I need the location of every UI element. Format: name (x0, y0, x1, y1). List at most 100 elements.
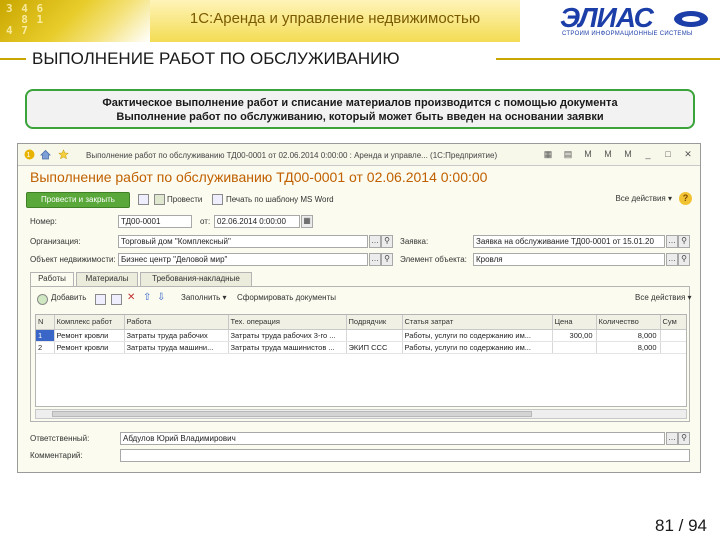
site-open-button[interactable]: ⚲ (381, 253, 393, 266)
title-rule-left (0, 58, 26, 60)
calendar-picker-icon[interactable]: ▦ (301, 215, 313, 228)
edit-icon[interactable] (111, 294, 122, 305)
element-select-button[interactable]: … (666, 253, 678, 266)
col-header-n[interactable]: N (36, 315, 55, 330)
element-open-button[interactable]: ⚲ (678, 253, 690, 266)
col-header-operation[interactable]: Тех. операция (228, 315, 347, 330)
cell-work[interactable]: Затраты труда машини... (124, 341, 229, 354)
organization-open-button[interactable]: ⚲ (381, 235, 393, 248)
post-icon[interactable] (154, 194, 165, 205)
minimize-icon[interactable]: _ (642, 148, 654, 160)
table-all-actions-menu[interactable]: Все действия ▾ (635, 293, 692, 302)
all-actions-label: Все действия (615, 194, 666, 203)
organization-select-button[interactable]: … (369, 235, 381, 248)
save-icon[interactable] (138, 194, 149, 205)
header-corner-decoration: 3 4 6 8 14 7 (0, 0, 150, 42)
site-select-button[interactable]: … (369, 253, 381, 266)
col-header-quantity[interactable]: Количество (596, 315, 661, 330)
memory-minus-icon[interactable]: M (622, 148, 634, 160)
elias-logo: ЭЛИАС СТРОИМ ИНФОРМАЦИОННЫЕ СИСТЕМЫ (560, 4, 712, 40)
cell-quantity[interactable]: 8,000 (596, 329, 661, 342)
calendar-icon[interactable]: ▤ (562, 148, 574, 160)
number-field[interactable]: ТД00-0001 (118, 215, 192, 228)
request-open-button[interactable]: ⚲ (678, 235, 690, 248)
request-select-button[interactable]: … (666, 235, 678, 248)
request-label: Заявка: (400, 237, 429, 246)
cell-operation[interactable]: Затраты труда рабочих 3-го ... (228, 329, 347, 342)
responsible-open-button[interactable]: ⚲ (678, 432, 690, 445)
col-header-work[interactable]: Работа (124, 315, 229, 330)
tab-works[interactable]: Работы (30, 272, 74, 287)
date-field[interactable]: 02.06.2014 0:00:00 (214, 215, 300, 228)
number-label: Номер: (30, 217, 57, 226)
cell-work[interactable]: Затраты труда рабочих (124, 329, 229, 342)
works-table[interactable]: N Комплекс работ Работа Тех. операция По… (35, 314, 687, 407)
responsible-field[interactable]: Абдулов Юрий Владимирович (120, 432, 665, 445)
table-header-row: N Комплекс работ Работа Тех. операция По… (36, 315, 686, 330)
post-button[interactable]: Провести (167, 195, 202, 204)
add-button[interactable]: Добавить (51, 293, 86, 302)
move-down-icon[interactable]: ⇩ (157, 292, 165, 303)
cell-complex[interactable]: Ремонт кровли (54, 329, 125, 342)
cell-price[interactable] (552, 341, 597, 354)
scrollbar-thumb[interactable] (52, 411, 532, 417)
col-header-sum[interactable]: Сум (660, 315, 686, 330)
comment-field[interactable] (120, 449, 690, 462)
horizontal-scrollbar[interactable] (35, 409, 687, 419)
col-header-price[interactable]: Цена (552, 315, 597, 330)
calculator-icon[interactable]: ▦ (542, 148, 554, 160)
responsible-select-button[interactable]: … (666, 432, 678, 445)
memory-plus-icon[interactable]: M (602, 148, 614, 160)
request-field[interactable]: Заявка на обслуживание ТД00-0001 от 15.0… (473, 235, 665, 248)
responsible-label: Ответственный: (30, 434, 90, 443)
table-row[interactable]: 2 Ремонт кровли Затраты труда машини... … (36, 341, 686, 354)
add-icon[interactable] (37, 294, 48, 305)
print-icon[interactable] (212, 194, 223, 205)
window-title: Выполнение работ по обслуживанию ТД00-00… (86, 151, 498, 160)
cell-sum[interactable] (660, 341, 686, 354)
table-row[interactable]: 1 Ремонт кровли Затраты труда рабочих За… (36, 329, 686, 342)
app-icon[interactable]: 1 (24, 149, 35, 160)
delete-icon[interactable]: ✕ (127, 292, 135, 303)
cell-contractor[interactable]: ЭКИП ССС (346, 341, 403, 354)
cell-price[interactable]: 300,00 (552, 329, 597, 342)
tab-requisitions[interactable]: Требования-накладные (140, 272, 252, 286)
cell-complex[interactable]: Ремонт кровли (54, 341, 125, 354)
window-titlebar: 1 Выполнение работ по обслуживанию ТД00-… (18, 144, 700, 166)
cell-cost-item[interactable]: Работы, услуги по содержанию им... (402, 329, 553, 342)
cell-sum[interactable] (660, 329, 686, 342)
site-field[interactable]: Бизнес центр "Деловой мир" (118, 253, 368, 266)
cell-cost-item[interactable]: Работы, услуги по содержанию им... (402, 341, 553, 354)
close-icon[interactable]: ✕ (682, 148, 694, 160)
home-icon[interactable] (40, 149, 51, 160)
generate-documents-button[interactable]: Сформировать документы (237, 293, 336, 302)
all-actions-menu[interactable]: Все действия ▾ (615, 194, 672, 203)
tab-materials[interactable]: Материалы (76, 272, 138, 286)
fill-button[interactable]: Заполнить ▾ (181, 293, 227, 302)
col-header-contractor[interactable]: Подрядчик (346, 315, 403, 330)
post-and-close-button[interactable]: Провести и закрыть (26, 192, 130, 208)
copy-icon[interactable] (95, 294, 106, 305)
restore-icon[interactable]: □ (662, 148, 674, 160)
slide-title-row: ВЫПОЛНЕНИЕ РАБОТ ПО ОБСЛУЖИВАНИЮ (0, 44, 720, 72)
works-tab-panel: Добавить ✕ ⇧ ⇩ Заполнить ▾ Сформировать … (30, 286, 692, 422)
memory-icon[interactable]: M (582, 148, 594, 160)
comment-label: Комментарий: (30, 451, 83, 460)
cell-n[interactable]: 1 (36, 329, 55, 342)
organization-field[interactable]: Торговый дом "Комплексный" (118, 235, 368, 248)
svg-text:1: 1 (27, 152, 31, 159)
move-up-icon[interactable]: ⇧ (143, 292, 151, 303)
col-header-complex[interactable]: Комплекс работ (54, 315, 125, 330)
cell-contractor[interactable] (346, 329, 403, 342)
cell-operation[interactable]: Затраты труда машинистов ... (228, 341, 347, 354)
page-number: 81 / 94 (655, 516, 707, 535)
element-field[interactable]: Кровля (473, 253, 665, 266)
help-icon[interactable]: ? (679, 192, 692, 205)
favorite-star-icon[interactable] (58, 149, 69, 160)
table-all-actions-label: Все действия (635, 293, 686, 302)
cell-quantity[interactable]: 8,000 (596, 341, 661, 354)
site-label: Объект недвижимости: (30, 255, 116, 264)
print-template-button[interactable]: Печать по шаблону MS Word (226, 195, 334, 204)
cell-n[interactable]: 2 (36, 341, 55, 354)
col-header-cost-item[interactable]: Статья затрат (402, 315, 553, 330)
